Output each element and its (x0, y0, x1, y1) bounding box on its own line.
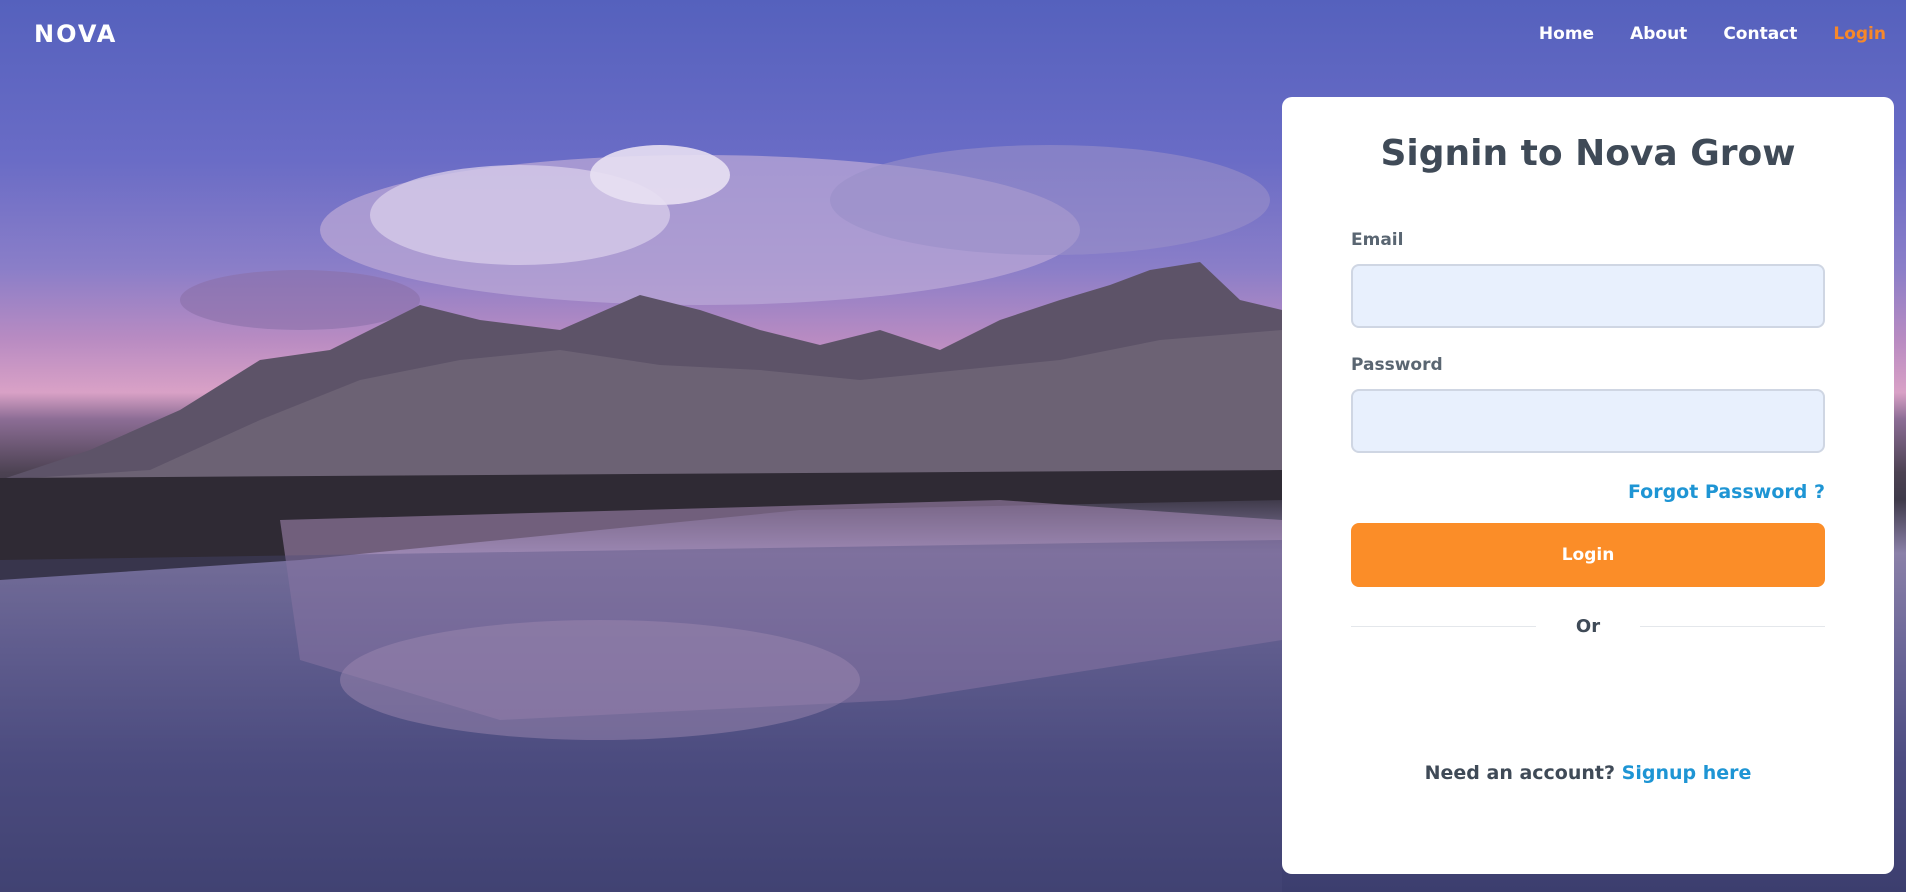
password-label: Password (1351, 354, 1443, 375)
signup-row: Need an account? Signup here (1351, 762, 1825, 784)
signin-card: Signin to Nova Grow Email Password Forgo… (1282, 97, 1894, 874)
divider-or-text: Or (1575, 616, 1601, 638)
divider-line-right (1640, 626, 1825, 628)
forgot-password-row: Forgot Password ? (1351, 481, 1825, 503)
signup-link[interactable]: Signup here (1622, 762, 1752, 784)
or-divider: Or (1351, 612, 1825, 642)
brand-logo[interactable]: NOVA (34, 20, 117, 48)
top-navigation: NOVA Home About Contact Login (0, 0, 1906, 68)
login-button[interactable]: Login (1351, 522, 1825, 587)
nav-link-login[interactable]: Login (1833, 24, 1886, 44)
nav-link-home[interactable]: Home (1539, 24, 1594, 44)
forgot-password-link[interactable]: Forgot Password ? (1628, 481, 1825, 503)
card-title: Signin to Nova Grow (1380, 133, 1796, 174)
password-input[interactable] (1351, 388, 1825, 453)
signup-prompt: Need an account? (1424, 761, 1622, 784)
nav-link-contact[interactable]: Contact (1723, 24, 1797, 44)
nav-link-about[interactable]: About (1630, 24, 1687, 44)
divider-line-left (1351, 626, 1536, 628)
login-page: NOVA Home About Contact Login Signin to … (0, 0, 1906, 892)
email-input[interactable] (1351, 263, 1825, 328)
email-label: Email (1351, 229, 1404, 250)
nav-menu: Home About Contact Login (1503, 24, 1886, 44)
